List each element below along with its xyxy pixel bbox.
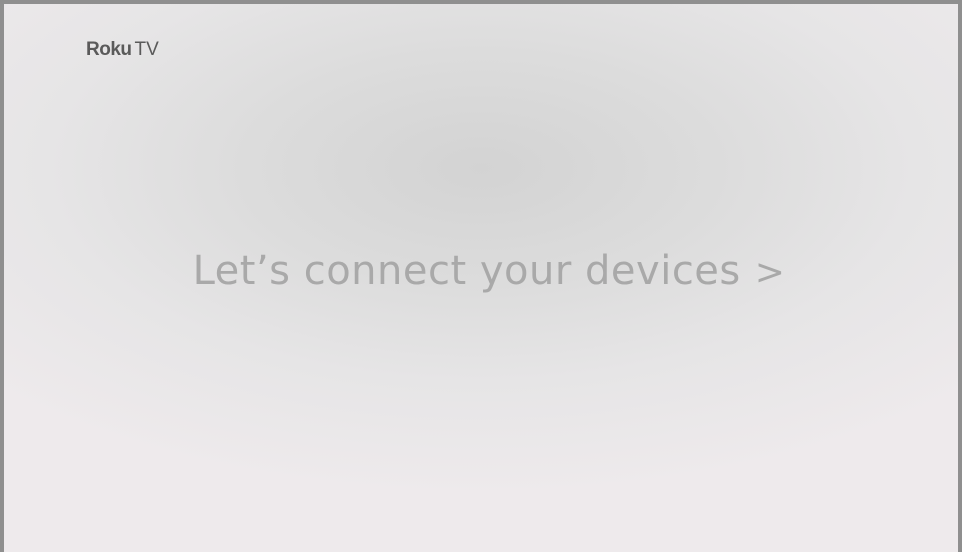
prompt-label: Let’s connect your devices <box>192 248 741 294</box>
roku-tv-logo: Roku TV <box>86 39 159 61</box>
connect-devices-prompt[interactable]: Let’s connect your devices > <box>4 248 958 294</box>
logo-brand: Roku <box>86 39 132 60</box>
chevron-right-icon: > <box>754 252 786 293</box>
logo-suffix: TV <box>134 39 159 60</box>
tv-screen: Roku TV Let’s connect your devices > <box>0 0 962 552</box>
